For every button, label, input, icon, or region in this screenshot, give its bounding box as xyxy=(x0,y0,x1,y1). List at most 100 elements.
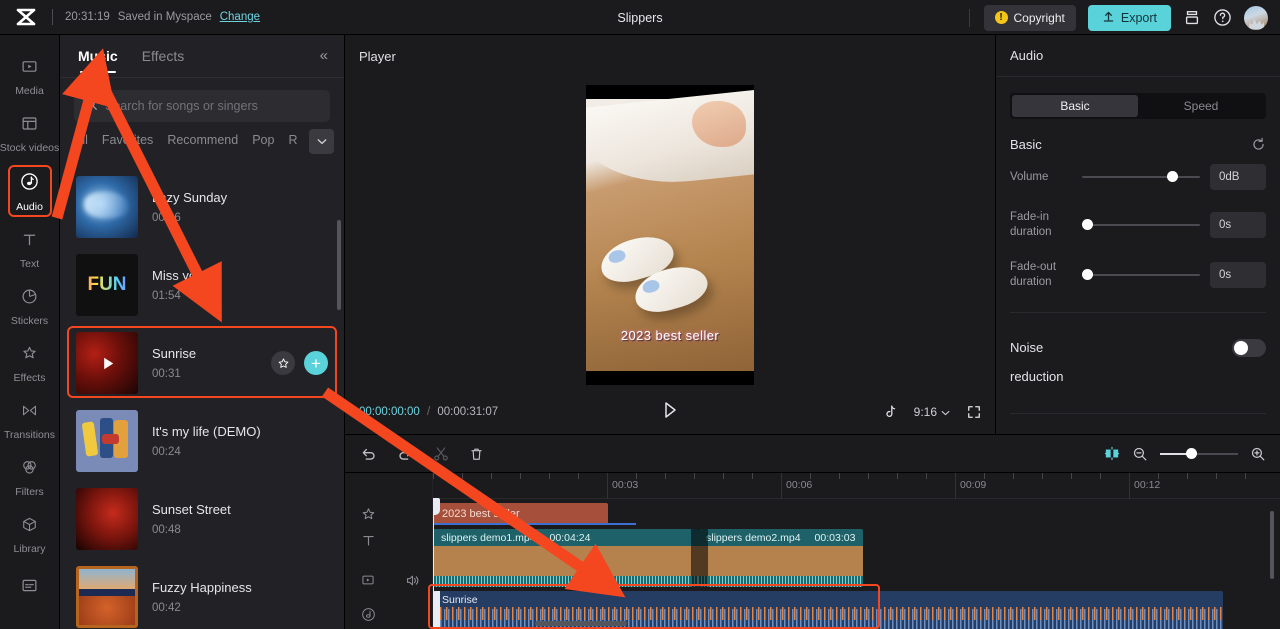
zoom-knob[interactable] xyxy=(1185,447,1197,459)
noise-reduction-toggle[interactable] xyxy=(1232,339,1266,357)
sidebar-item-label: Stickers xyxy=(10,315,49,327)
sidebar-item-captions[interactable] xyxy=(0,564,59,607)
list-item[interactable]: Sunset Street 00:48 xyxy=(60,480,344,558)
fade-out-slider[interactable] xyxy=(1082,267,1200,283)
chevron-double-left-icon[interactable]: « xyxy=(320,47,328,64)
video-preview[interactable]: 2023 best seller xyxy=(586,84,754,385)
noise-reduction-label-group: Noise reduction xyxy=(1010,333,1063,391)
track-gutter xyxy=(345,473,433,628)
tiktok-icon[interactable] xyxy=(884,405,897,420)
list-item[interactable]: FUN Miss you 01:54 xyxy=(60,246,344,324)
list-item[interactable]: Lazy Sunday 00:26 xyxy=(60,168,344,246)
ruler-label: 00:03 xyxy=(612,479,639,491)
sidebar-item-stickers[interactable]: Stickers xyxy=(0,279,59,336)
filter-favorites[interactable]: Favorites xyxy=(102,133,153,147)
audio-track-icon[interactable] xyxy=(361,607,376,627)
filter-rb[interactable]: R xyxy=(288,133,297,147)
fade-out-value[interactable]: 0s xyxy=(1210,262,1266,288)
text-track-icon[interactable] xyxy=(361,533,376,553)
video-caption-text: 2023 best seller xyxy=(620,327,720,343)
timeline-zoom-slider[interactable] xyxy=(1160,447,1238,461)
plus-icon[interactable]: + xyxy=(304,351,328,375)
slider-knob[interactable] xyxy=(1082,269,1093,280)
video-track[interactable]: slippers demo1.mp4 00:04:24 slippers dem… xyxy=(433,529,863,587)
sidebar-item-filters[interactable]: Filters xyxy=(0,450,59,507)
audio-clip-left-handle[interactable] xyxy=(433,591,440,629)
album-art xyxy=(76,176,138,238)
fade-in-value[interactable]: 0s xyxy=(1210,212,1266,238)
capcut-logo-icon[interactable] xyxy=(0,8,52,26)
zoom-out-icon[interactable] xyxy=(1132,446,1148,462)
effects-track-icon[interactable] xyxy=(361,507,376,527)
selection-range-bar xyxy=(433,523,636,525)
layers-icon[interactable] xyxy=(1183,9,1201,27)
tab-effects[interactable]: Effects xyxy=(142,48,185,64)
fit-to-screen-icon[interactable] xyxy=(1104,446,1120,461)
audio-note-icon xyxy=(20,172,39,196)
timeline-tracks: 2023 best seller slippers demo1.mp4 00:0… xyxy=(427,498,1280,629)
redo-icon[interactable] xyxy=(397,446,413,462)
clip-split-marker[interactable] xyxy=(691,529,708,587)
video-clip-2[interactable]: slippers demo2.mp4 00:03:03 xyxy=(698,529,863,587)
export-button[interactable]: Export xyxy=(1087,4,1171,31)
sidebar-item-media[interactable]: Media xyxy=(0,49,59,106)
effects-icon xyxy=(21,345,38,367)
playhead[interactable] xyxy=(427,498,440,629)
aspect-ratio-selector[interactable]: 9:16 xyxy=(914,405,950,419)
slider-knob[interactable] xyxy=(1166,171,1178,182)
sidebar-item-library[interactable]: Library xyxy=(0,507,59,564)
search-input[interactable] xyxy=(105,99,320,113)
tab-basic[interactable]: Basic xyxy=(1012,95,1138,117)
timeline-horizontal-scrollbar[interactable] xyxy=(535,621,627,626)
filter-pop[interactable]: Pop xyxy=(252,133,274,147)
sidebar-item-audio[interactable]: Audio xyxy=(0,163,59,222)
timeline-vertical-scrollbar[interactable] xyxy=(1270,511,1274,579)
song-title: Miss you xyxy=(152,268,204,283)
play-icon[interactable] xyxy=(662,401,678,424)
video-clip-1-header: slippers demo1.mp4 00:04:24 xyxy=(433,529,698,546)
text-clip[interactable]: 2023 best seller xyxy=(433,503,608,524)
sidebar-item-effects[interactable]: Effects xyxy=(0,336,59,393)
copyright-button[interactable]: ! Copyright xyxy=(983,4,1076,31)
play-triangle-icon[interactable] xyxy=(76,332,138,394)
star-icon[interactable] xyxy=(271,351,295,375)
trash-icon[interactable] xyxy=(469,446,484,462)
ruler-label: 00:06 xyxy=(786,479,813,491)
timeline-ruler[interactable]: 00:03 00:06 00:09 00:12 xyxy=(433,473,1280,499)
search-box[interactable] xyxy=(74,90,330,122)
timecode-display: 00:00:00:00 / 00:00:31:07 xyxy=(359,406,498,418)
fullscreen-icon[interactable] xyxy=(967,405,981,419)
song-duration: 01:54 xyxy=(152,290,181,302)
zoom-in-icon[interactable] xyxy=(1250,446,1266,462)
video-track-icon[interactable] xyxy=(361,573,375,592)
volume-slider[interactable] xyxy=(1082,169,1200,185)
volume-value[interactable]: 0dB xyxy=(1210,164,1266,190)
album-art xyxy=(76,332,138,394)
song-list[interactable]: Lazy Sunday 00:26 FUN Miss you 01:54 Sun… xyxy=(60,168,344,629)
sidebar-item-text[interactable]: Text xyxy=(0,222,59,279)
chevron-down-icon[interactable] xyxy=(309,129,334,154)
split-icon[interactable] xyxy=(433,446,449,462)
player-title: Player xyxy=(359,48,396,64)
saved-location-text: Saved in Myspace xyxy=(117,11,212,23)
list-item[interactable]: It's my life (DEMO) 00:24 xyxy=(60,402,344,480)
song-title: Sunrise xyxy=(152,346,197,361)
video-clip-1[interactable]: slippers demo1.mp4 00:04:24 xyxy=(433,529,698,587)
help-circle-icon[interactable] xyxy=(1213,8,1232,27)
undo-icon[interactable] xyxy=(361,446,377,462)
chevron-down-icon xyxy=(941,405,950,419)
mute-icon[interactable] xyxy=(405,573,420,593)
sidebar-item-transitions[interactable]: Transitions xyxy=(0,393,59,450)
list-item-selected[interactable]: Sunrise 00:31 + xyxy=(60,324,344,402)
avatar[interactable] xyxy=(1244,5,1268,30)
change-location-link[interactable]: Change xyxy=(220,11,260,23)
filter-all[interactable]: All xyxy=(74,133,88,147)
tab-speed[interactable]: Speed xyxy=(1138,95,1264,117)
slider-knob[interactable] xyxy=(1082,219,1093,230)
sidebar-item-stock-videos[interactable]: Stock videos xyxy=(0,106,59,163)
fade-in-slider[interactable] xyxy=(1082,217,1200,233)
filter-recommend[interactable]: Recommend xyxy=(167,133,238,147)
list-item[interactable]: Fuzzy Happiness 00:42 xyxy=(60,558,344,629)
reset-icon[interactable] xyxy=(1251,137,1266,152)
tab-music[interactable]: Music xyxy=(78,48,118,73)
